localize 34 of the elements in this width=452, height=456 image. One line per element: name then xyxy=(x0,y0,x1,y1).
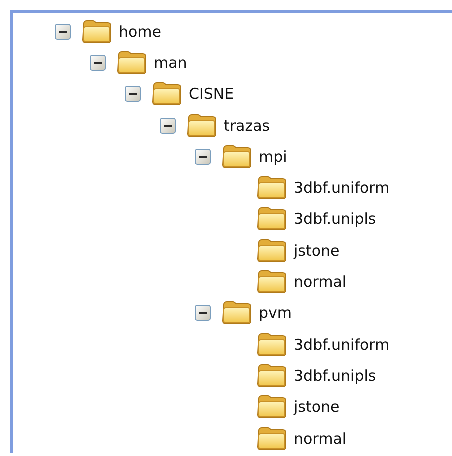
folder-icon xyxy=(257,364,287,388)
folder-label[interactable]: home xyxy=(119,22,162,41)
folder-label[interactable]: pvm xyxy=(259,304,292,322)
collapse-icon[interactable] xyxy=(90,54,106,71)
folder-label[interactable]: 3dbf.unipls xyxy=(294,366,376,385)
folder-icon xyxy=(257,176,287,200)
folder-icon xyxy=(187,114,217,138)
folder-label[interactable]: 3dbf.uniform xyxy=(294,336,390,354)
folder-label[interactable]: CISNE xyxy=(189,85,234,104)
folder-label[interactable]: trazas xyxy=(224,116,270,135)
folder-icon xyxy=(152,82,182,106)
folder-label[interactable]: normal xyxy=(294,430,347,448)
folder-icon xyxy=(257,207,287,232)
folder-label[interactable]: 3dbf.unipls xyxy=(294,210,376,228)
folder-label[interactable]: normal xyxy=(294,273,347,292)
folder-label[interactable]: jstone xyxy=(294,242,340,260)
folder-icon xyxy=(82,20,112,44)
collapse-icon[interactable] xyxy=(55,24,71,40)
folder-icon xyxy=(257,270,287,294)
collapse-icon[interactable] xyxy=(160,118,176,134)
folder-icon xyxy=(222,301,252,326)
folder-label[interactable]: mpi xyxy=(259,148,288,166)
folder-icon xyxy=(257,426,287,450)
folder-icon xyxy=(257,332,287,357)
folder-label[interactable]: jstone xyxy=(294,398,340,416)
folder-icon xyxy=(257,395,287,420)
folder-icon xyxy=(117,50,147,75)
collapse-icon[interactable] xyxy=(195,148,211,165)
folder-icon xyxy=(257,238,287,263)
folder-label[interactable]: 3dbf.uniform xyxy=(294,179,390,198)
collapse-icon[interactable] xyxy=(195,305,211,322)
collapse-icon[interactable] xyxy=(125,86,141,102)
folder-icon xyxy=(222,144,252,169)
folder-label[interactable]: man xyxy=(154,54,188,72)
